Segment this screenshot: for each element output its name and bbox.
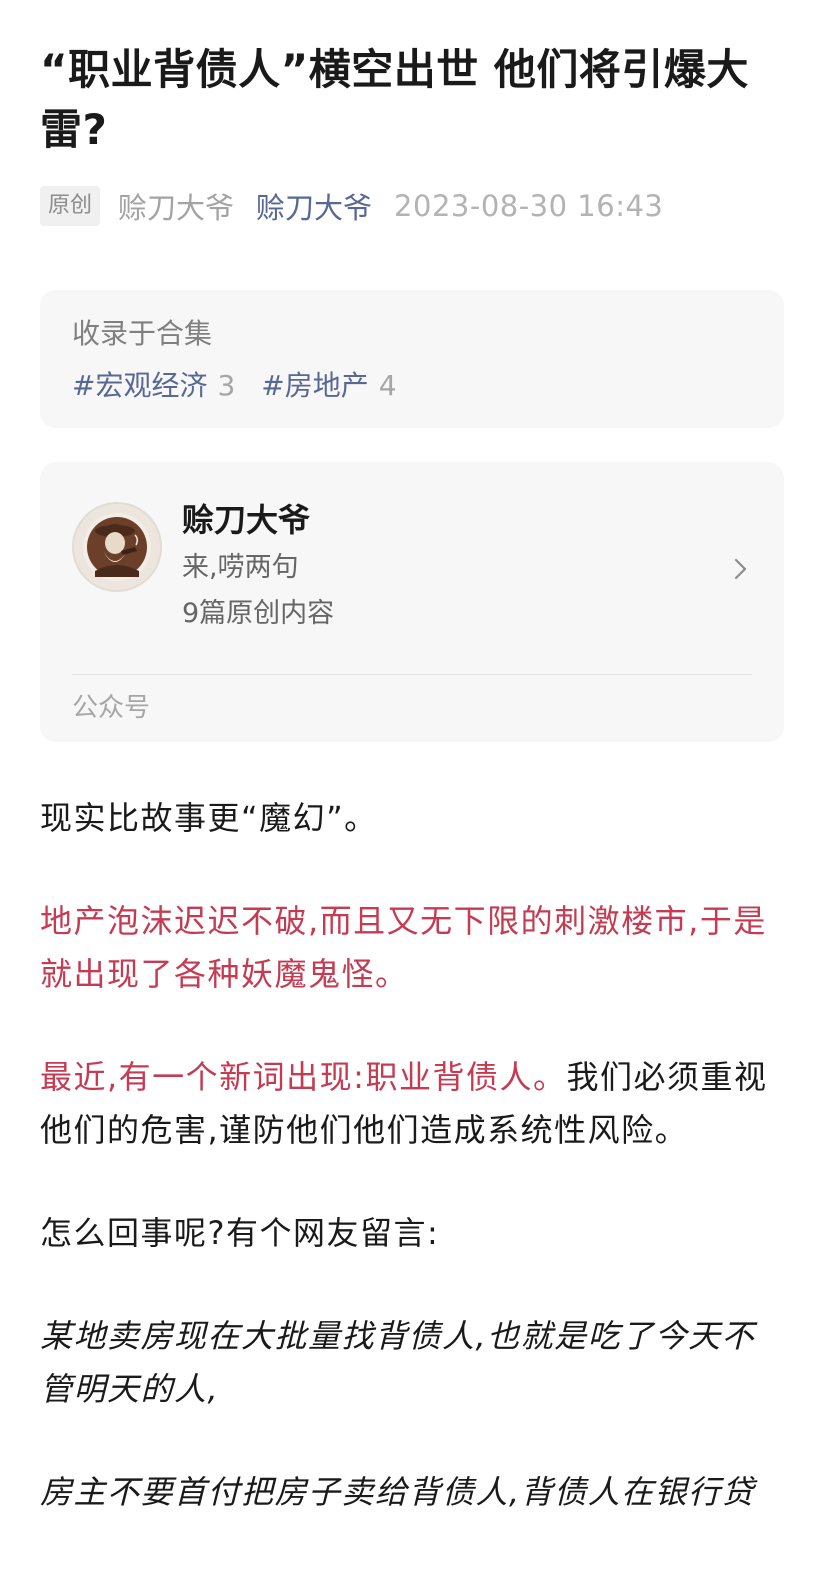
paragraph-highlight: 地产泡沫迟迟不破,而且又无下限的刺激楼市,于是就出现了各种妖魔鬼怪。 [40, 902, 767, 993]
collection-tag-name: #宏观经济 [72, 369, 208, 402]
author-name: 赊刀大爷 [118, 191, 235, 225]
quote-paragraph: 房主不要首付把房子卖给背债人,背债人在银行贷 [40, 1473, 756, 1511]
profile-post-count: 9篇原创内容 [182, 598, 335, 629]
article-page: “职业背债人”横空出世 他们将引爆大雷? 原创 赊刀大爷 赊刀大爷 2023-0… [0, 0, 828, 1576]
collection-tag-count: 4 [378, 369, 397, 402]
old-man-smoking-pipe-avatar-icon [83, 513, 151, 581]
article-title: “职业背债人”横空出世 他们将引爆大雷? [40, 45, 749, 154]
collection-title: 收录于合集 [72, 317, 213, 350]
quote-paragraph: 某地卖房现在大批量找背债人,也就是吃了今天不管明天的人, [40, 1317, 756, 1408]
collection-tag-real-estate[interactable]: #房地产 4 [261, 368, 396, 404]
chevron-right-icon[interactable] [730, 554, 752, 584]
paragraph-question: 怎么回事呢?有个网友留言: [40, 1214, 440, 1252]
article-meta: 原创 赊刀大爷 赊刀大爷 2023-08-30 16:43 [40, 186, 784, 226]
collection-tag-count: 3 [217, 369, 236, 402]
paragraph-new-term: 最近,有一个新词出现:职业背债人。我们必须重视他们的危害,谨防他们他们造成系统性… [40, 1051, 784, 1157]
paragraph-intro: 现实比故事更“魔幻”。 [40, 799, 378, 837]
profile-description: 来,唠两句 [182, 552, 299, 583]
account-profile-card[interactable]: 赊刀大爷 来,唠两句 9篇原创内容 公众号 [40, 462, 784, 742]
collection-tag-name: #房地产 [261, 369, 369, 402]
account-link[interactable]: 赊刀大爷 [256, 185, 372, 227]
collection-card: 收录于合集 #宏观经济 3 #房地产 4 [40, 290, 784, 428]
publish-time: 2023-08-30 16:43 [394, 189, 664, 223]
collection-tag-macro-economy[interactable]: #宏观经济 3 [72, 368, 235, 404]
profile-header: 赊刀大爷 来,唠两句 9篇原创内容 [72, 462, 752, 634]
highlight-text: 最近,有一个新词出现:职业背债人。 [40, 1058, 567, 1096]
profile-divider [72, 674, 752, 675]
profile-name: 赊刀大爷 [182, 501, 311, 539]
avatar [72, 502, 162, 592]
profile-text: 赊刀大爷 来,唠两句 9篇原创内容 [182, 500, 334, 632]
collection-tags: #宏观经济 3 #房地产 4 [72, 368, 752, 404]
article-body: 现实比故事更“魔幻”。 地产泡沫迟迟不破,而且又无下限的刺激楼市,于是就出现了各… [40, 792, 784, 1519]
original-badge: 原创 [40, 186, 101, 226]
profile-footer-label: 公众号 [72, 693, 151, 723]
